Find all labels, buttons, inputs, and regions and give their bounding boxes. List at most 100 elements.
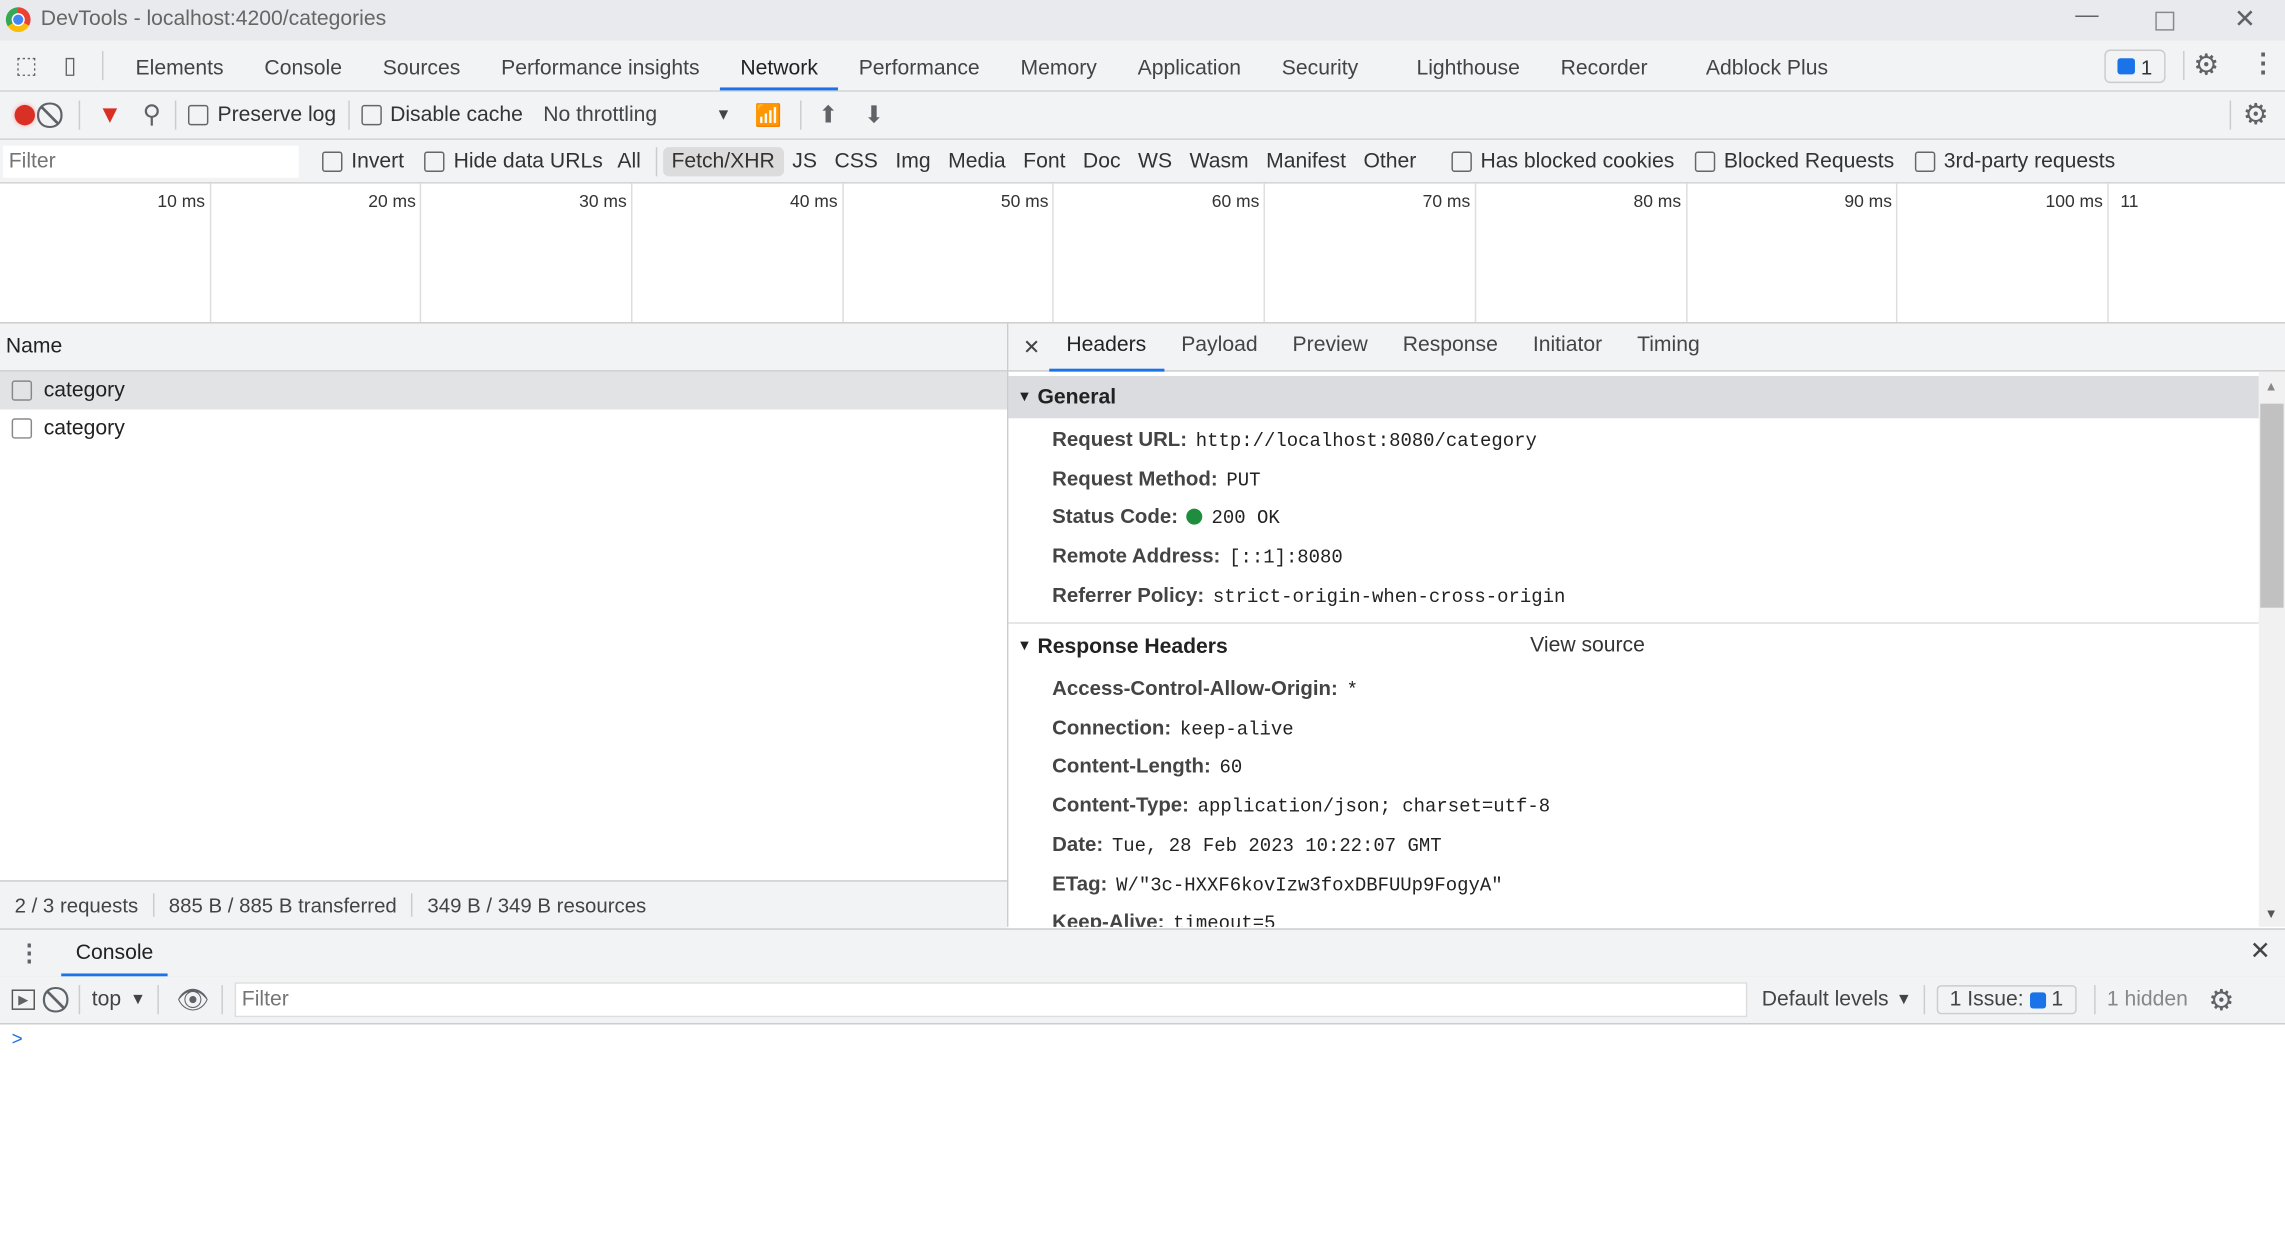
- dropdown-arrow-icon: ▼: [1895, 990, 1912, 1009]
- hide-data-urls-checkbox[interactable]: Hide data URLs: [424, 149, 603, 173]
- record-icon[interactable]: [14, 104, 35, 126]
- network-conditions-icon[interactable]: 📶: [755, 102, 782, 128]
- filter-type-css[interactable]: CSS: [826, 146, 887, 175]
- tab-application[interactable]: Application: [1117, 41, 1261, 91]
- filter-type-js[interactable]: JS: [784, 146, 826, 175]
- details-tab-timing[interactable]: Timing: [1620, 322, 1718, 369]
- close-details-icon[interactable]: ✕: [1023, 334, 1040, 359]
- console-filter-input[interactable]: [234, 982, 1748, 1018]
- close-drawer-icon[interactable]: ✕: [2250, 937, 2271, 966]
- details-tab-payload[interactable]: Payload: [1164, 322, 1275, 369]
- header-value[interactable]: *: [1347, 679, 1358, 701]
- live-expression-eye-icon[interactable]: 👁: [176, 984, 209, 1015]
- has-blocked-cookies-checkbox[interactable]: Has blocked cookies: [1451, 149, 1674, 173]
- console-issues-button[interactable]: 1 Issue: 1: [1936, 985, 2077, 1015]
- filter-type-manifest[interactable]: Manifest: [1257, 146, 1354, 175]
- filter-type-ws[interactable]: WS: [1129, 146, 1181, 175]
- tab-sources[interactable]: Sources: [362, 41, 480, 91]
- header-value[interactable]: [::1]:8080: [1229, 547, 1343, 569]
- details-tab-initiator[interactable]: Initiator: [1515, 322, 1619, 369]
- header-value[interactable]: keep-alive: [1180, 718, 1294, 740]
- header-value[interactable]: timeout=5: [1173, 913, 1275, 927]
- header-value[interactable]: strict-origin-when-cross-origin: [1213, 586, 1565, 608]
- issues-button[interactable]: 1: [2104, 49, 2166, 84]
- minimize-icon[interactable]: —: [2075, 3, 2098, 29]
- filter-funnel-icon[interactable]: ▼: [98, 101, 123, 130]
- filter-type-media[interactable]: Media: [939, 146, 1014, 175]
- tab-performance-insights[interactable]: Performance insights: [481, 41, 720, 91]
- inspect-element-icon[interactable]: ⬚: [12, 51, 41, 80]
- filter-type-wasm[interactable]: Wasm: [1181, 146, 1258, 175]
- header-value[interactable]: W/"3c-HXXF6kovIzw3foxDBFUUp9FogyA": [1116, 874, 1503, 896]
- preserve-log-checkbox[interactable]: Preserve log: [188, 103, 337, 127]
- invert-checkbox[interactable]: Invert: [322, 149, 404, 173]
- scrollbar-thumb[interactable]: [2260, 403, 2284, 608]
- console-settings-gear-icon[interactable]: ⚙: [2208, 981, 2234, 1017]
- close-window-icon[interactable]: ✕: [2234, 4, 2256, 35]
- tab-recorder[interactable]: Recorder: [1540, 41, 1668, 91]
- import-har-icon[interactable]: ⬆: [818, 101, 838, 130]
- more-options-icon[interactable]: ⋮: [2250, 48, 2276, 79]
- filter-type-doc[interactable]: Doc: [1074, 146, 1129, 175]
- tab-performance[interactable]: Performance: [838, 41, 1000, 91]
- view-source-link[interactable]: View source: [1530, 634, 1645, 657]
- export-har-icon[interactable]: ⬇: [864, 101, 884, 130]
- settings-gear-icon[interactable]: ⚙: [2193, 47, 2219, 83]
- header-value[interactable]: application/json; charset=utf-8: [1198, 796, 1550, 818]
- header-value[interactable]: Tue, 28 Feb 2023 10:22:07 GMT: [1112, 835, 1442, 857]
- request-row[interactable]: category: [0, 371, 1007, 410]
- maximize-icon[interactable]: [2155, 11, 2175, 31]
- divider: [799, 100, 801, 130]
- request-row[interactable]: category: [0, 410, 1007, 448]
- timeline-tick: 70 ms: [1265, 183, 1477, 323]
- disable-cache-checkbox[interactable]: Disable cache: [360, 103, 523, 127]
- show-sidebar-icon[interactable]: ▶: [11, 989, 35, 1010]
- details-scrollbar[interactable]: ▲ ▼: [2258, 371, 2285, 927]
- network-overview-timeline[interactable]: 10 ms 20 ms 30 ms 40 ms 50 ms 60 ms 70 ms 80 ms…: [0, 183, 2285, 324]
- log-levels-select[interactable]: Default levels ▼: [1762, 988, 1912, 1011]
- console-output[interactable]: >: [0, 1024, 2285, 1233]
- throttling-select[interactable]: No throttling ▼: [543, 103, 731, 126]
- tab-lighthouse[interactable]: Lighthouse: [1396, 41, 1540, 91]
- filter-type-fetch-xhr[interactable]: Fetch/XHR: [662, 146, 784, 176]
- header-value[interactable]: http://localhost:8080/category: [1196, 430, 1537, 452]
- header-value[interactable]: PUT: [1226, 469, 1260, 491]
- divider: [175, 100, 177, 130]
- third-party-requests-checkbox[interactable]: 3rd-party requests: [1914, 149, 2115, 173]
- filter-type-all[interactable]: All: [609, 146, 650, 175]
- name-column-header[interactable]: Name: [0, 323, 1007, 372]
- tab-network[interactable]: Network: [719, 41, 839, 91]
- scroll-down-icon[interactable]: ▼: [2265, 906, 2278, 921]
- network-settings-gear-icon[interactable]: ⚙: [2243, 96, 2269, 132]
- filter-input[interactable]: [2, 145, 299, 178]
- preserve-log-label: Preserve log: [217, 103, 337, 127]
- tab-elements[interactable]: Elements: [115, 41, 244, 91]
- tab-adblock-plus[interactable]: Adblock Plus: [1685, 41, 1848, 91]
- device-toolbar-icon[interactable]: ▯: [55, 51, 84, 80]
- context-select[interactable]: top ▼: [92, 988, 146, 1011]
- drawer-tab-console[interactable]: Console: [61, 930, 168, 977]
- filter-type-other[interactable]: Other: [1355, 146, 1425, 175]
- details-tab-response[interactable]: Response: [1385, 322, 1515, 369]
- blocked-requests-checkbox[interactable]: Blocked Requests: [1694, 149, 1894, 173]
- general-section-header[interactable]: ▼ General: [1008, 375, 2259, 419]
- divider: [655, 146, 657, 176]
- issues-count: 1: [2051, 988, 2064, 1012]
- issue-chat-icon: [2029, 991, 2046, 1008]
- tab-security[interactable]: Security: [1261, 41, 1378, 91]
- details-tab-preview[interactable]: Preview: [1275, 322, 1385, 369]
- filter-type-font[interactable]: Font: [1014, 146, 1074, 175]
- tab-console[interactable]: Console: [244, 41, 362, 91]
- header-value[interactable]: 60: [1220, 757, 1243, 779]
- header-key: Content-Type:: [1052, 792, 1189, 817]
- filter-type-img[interactable]: Img: [887, 146, 940, 175]
- console-prompt-icon[interactable]: >: [12, 1027, 23, 1049]
- tab-memory[interactable]: Memory: [1000, 41, 1117, 91]
- search-icon[interactable]: ⚲: [143, 101, 161, 130]
- header-row: Status Code: 200 OK: [1052, 505, 1280, 530]
- details-tab-headers[interactable]: Headers: [1048, 322, 1164, 372]
- drawer-menu-icon[interactable]: ⋮: [17, 939, 40, 968]
- header-value[interactable]: 200 OK: [1212, 508, 1280, 530]
- dropdown-arrow-icon: ▼: [129, 990, 146, 1009]
- scroll-up-icon[interactable]: ▲: [2265, 379, 2278, 394]
